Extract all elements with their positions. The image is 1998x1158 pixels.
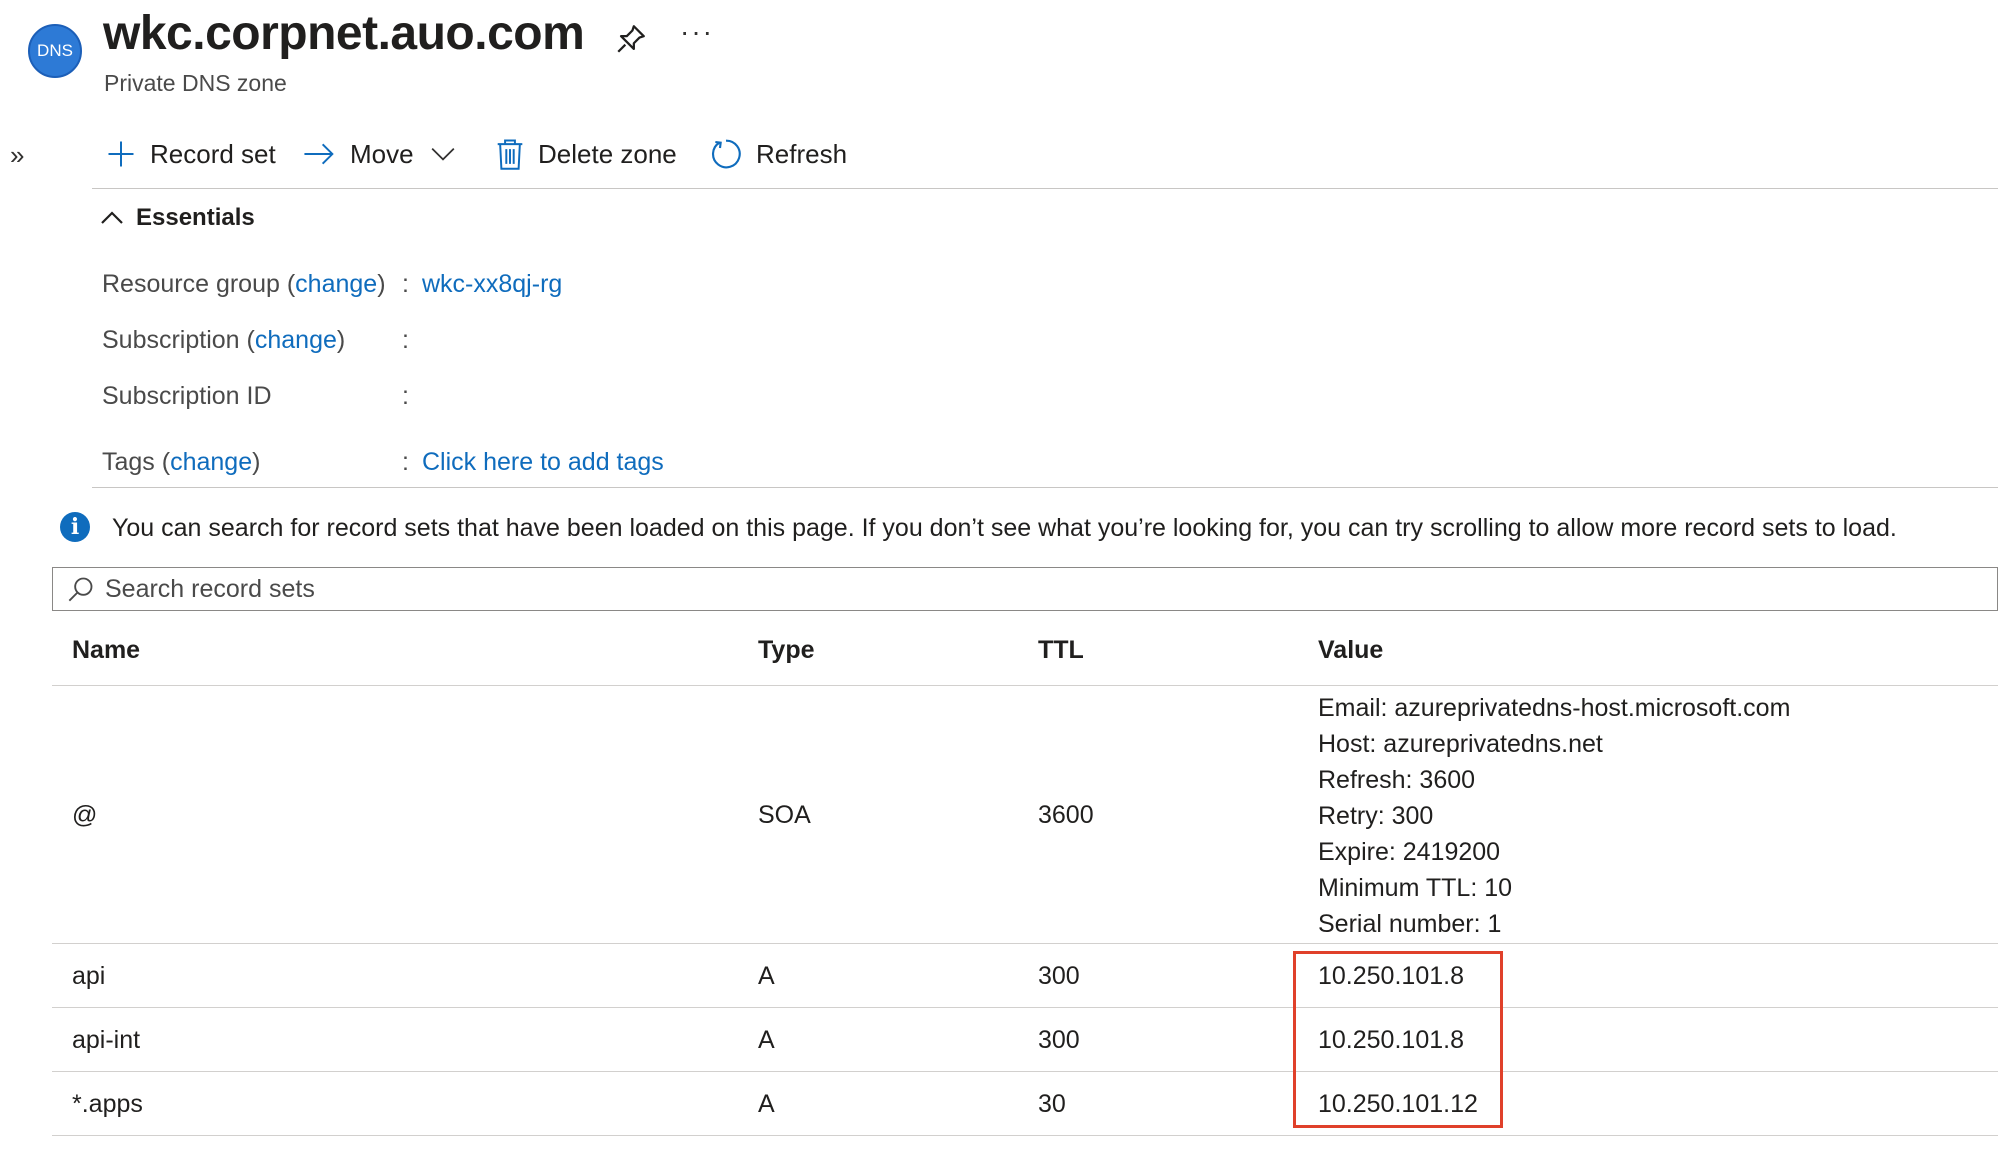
essentials-toggle[interactable]: Essentials: [100, 204, 255, 232]
row-divider: [52, 943, 1998, 944]
colon-separator: :: [402, 326, 409, 354]
dns-zone-icon: DNS: [28, 24, 82, 78]
pin-icon[interactable]: [614, 22, 648, 56]
header-divider: [52, 685, 1998, 686]
expand-sidebar-icon[interactable]: »: [10, 140, 24, 171]
search-input[interactable]: [105, 574, 1905, 604]
resource-group-label: Resource group (change): [102, 270, 386, 298]
refresh-icon: [712, 139, 741, 169]
record-name[interactable]: *.apps: [72, 1090, 143, 1119]
column-header-ttl[interactable]: TTL: [1038, 636, 1084, 665]
record-value-line: Refresh: 3600: [1318, 766, 1476, 794]
info-message: You can search for record sets that have…: [112, 514, 1897, 542]
row-divider: [52, 1135, 1998, 1136]
record-value-line: Serial number: 1: [1318, 910, 1502, 938]
record-name[interactable]: api-int: [72, 1026, 140, 1055]
essentials-divider: [92, 487, 1998, 488]
colon-separator: :: [402, 448, 409, 476]
search-box[interactable]: [52, 567, 1998, 611]
page-title: wkc.corpnet.auo.com: [103, 7, 585, 60]
column-header-name[interactable]: Name: [72, 636, 140, 665]
row-divider: [52, 1071, 1998, 1072]
highlight-annotation-box: [1293, 951, 1503, 1128]
colon-separator: :: [402, 270, 409, 298]
resource-group-change-link[interactable]: change: [295, 270, 377, 298]
plus-icon: [108, 141, 134, 167]
resource-group-link[interactable]: wkc-xx8qj-rg: [422, 270, 562, 299]
record-type: A: [758, 1090, 775, 1118]
column-header-value[interactable]: Value: [1318, 636, 1383, 665]
arrow-right-icon: [304, 143, 334, 165]
delete-zone-button[interactable]: Delete zone: [496, 134, 677, 174]
record-value-line: Minimum TTL: 10: [1318, 874, 1513, 902]
subscription-label: Subscription (change): [102, 326, 346, 354]
colon-separator: :: [402, 382, 409, 410]
record-type: A: [758, 962, 775, 990]
row-divider: [52, 1007, 1998, 1008]
move-button[interactable]: Move: [302, 134, 456, 174]
chevron-up-icon: [101, 211, 123, 224]
record-value-line: Expire: 2419200: [1318, 838, 1501, 866]
search-icon: [68, 577, 93, 602]
subscription-change-link[interactable]: change: [255, 326, 337, 354]
add-record-set-button[interactable]: Record set: [106, 134, 276, 174]
record-value-line: Host: azureprivatedns.net: [1318, 730, 1603, 758]
refresh-button[interactable]: Refresh: [710, 134, 847, 174]
tags-label: Tags (change): [102, 448, 261, 476]
info-icon: i: [60, 512, 90, 542]
record-name[interactable]: @: [72, 801, 97, 830]
page-subtitle: Private DNS zone: [104, 70, 287, 96]
record-ttl: 3600: [1038, 801, 1094, 829]
record-type: SOA: [758, 801, 811, 829]
trash-icon: [497, 139, 523, 170]
record-value-line: Retry: 300: [1318, 802, 1434, 830]
record-name[interactable]: api: [72, 962, 105, 991]
column-header-type[interactable]: Type: [758, 636, 815, 665]
record-type: A: [758, 1026, 775, 1054]
record-value-line: Email: azureprivatedns-host.microsoft.co…: [1318, 694, 1791, 722]
tags-change-link[interactable]: change: [170, 448, 252, 476]
record-ttl: 300: [1038, 1026, 1080, 1054]
chevron-down-icon: [431, 147, 455, 161]
record-ttl: 30: [1038, 1090, 1066, 1118]
add-tags-link[interactable]: Click here to add tags: [422, 448, 664, 477]
toolbar-divider: [92, 188, 1998, 189]
more-options-icon[interactable]: ···: [680, 16, 714, 48]
record-ttl: 300: [1038, 962, 1080, 990]
subscription-id-label: Subscription ID: [102, 382, 272, 410]
